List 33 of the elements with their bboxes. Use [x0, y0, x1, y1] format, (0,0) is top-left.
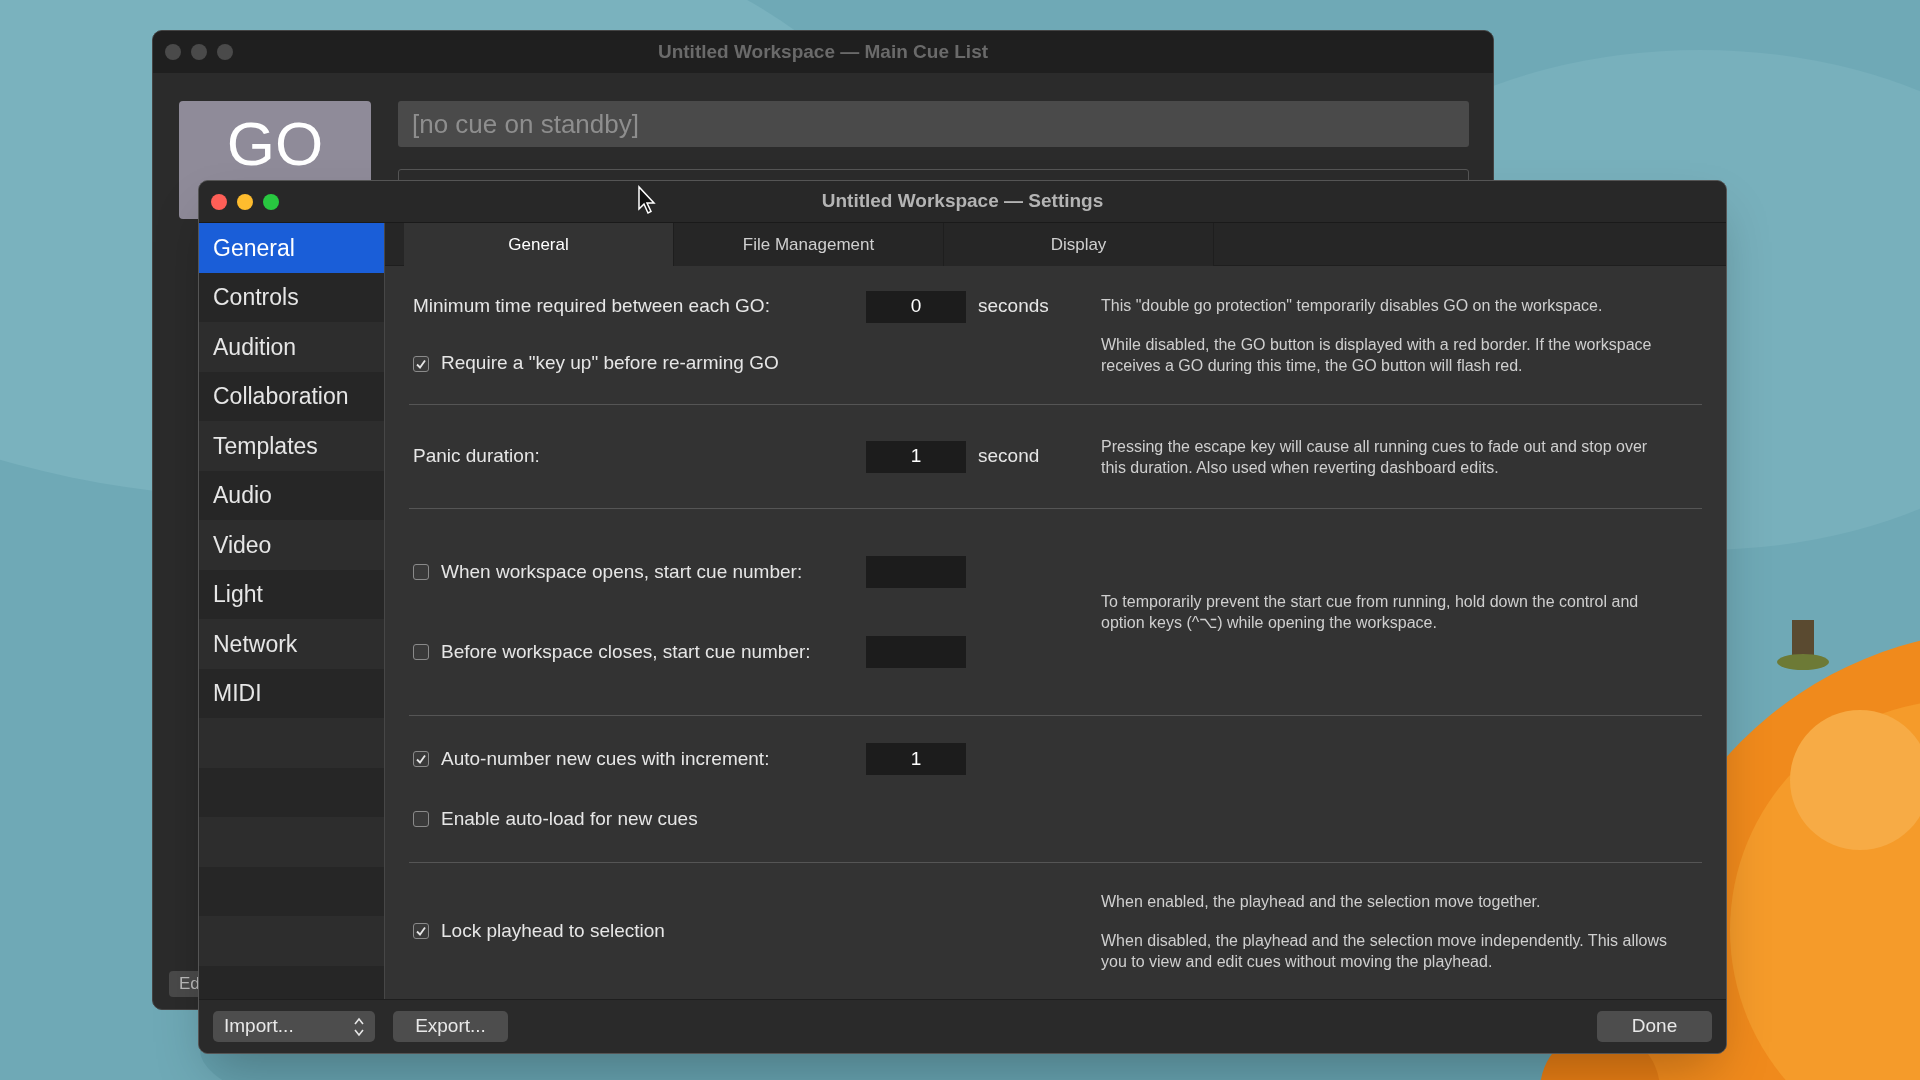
setting-label: Panic duration:	[413, 444, 541, 469]
sidebar-item[interactable]: Network	[199, 619, 384, 669]
window-title: Untitled Workspace — Main Cue List	[657, 39, 989, 64]
unit-label: second	[978, 444, 1040, 469]
note-text: When enabled, the playhead and the selection move together.	[1101, 891, 1542, 912]
export-button[interactable]: Export...	[393, 1011, 508, 1042]
note-text: While disabled, the GO button is displayed with a red border. If the workspace receives a GO during this time, the GO button will flash red.	[1101, 334, 1653, 376]
input-field[interactable]: 1	[866, 743, 966, 776]
sidebar-item[interactable]: Video	[199, 520, 384, 570]
checkbox-label: When workspace opens, start cue number:	[441, 559, 804, 584]
checkbox-label: Require a "key up" before re-arming GO	[441, 351, 780, 376]
tab[interactable]: File Management	[674, 223, 944, 266]
sidebar-item[interactable]: Audition	[199, 322, 384, 372]
note-text: This "double go protection" temporarily disables GO on the workspace.	[1101, 295, 1604, 316]
standby-field: [no cue on standby]	[398, 101, 1469, 147]
window-title: Untitled Workspace — Settings	[821, 189, 1104, 214]
checkbox-label: Lock playhead to selection	[441, 918, 666, 943]
checkbox-label: Auto-number new cues with increment:	[441, 746, 771, 771]
setting-label: Minimum time required between each GO:	[413, 294, 771, 319]
note-text: Pressing the escape key will cause all running cues to fade out and stop over this duration. Also used when reverting dashboard edits.	[1101, 436, 1649, 478]
tab[interactable]: General	[404, 223, 674, 266]
input-field[interactable]: 1	[866, 440, 966, 473]
tab[interactable]: Display	[944, 223, 1214, 266]
note-text: When disabled, the playhead and the selection move independently. This allows you to view and edit cues without moving the playhead.	[1101, 930, 1668, 972]
sidebar-item[interactable]: Templates	[199, 421, 384, 471]
import-popup-button[interactable]: Import...	[213, 1011, 375, 1042]
sidebar-item[interactable]: General	[199, 223, 384, 273]
note-text: To temporarily prevent the start cue from running, hold down the control and option keys (^⌥) while opening the workspace.	[1101, 592, 1640, 633]
checkbox-label: Before workspace closes, start cue number:	[441, 639, 812, 664]
done-button[interactable]: Done	[1597, 1011, 1712, 1042]
checkbox-label: Enable auto-load for new cues	[441, 806, 699, 831]
unit-label: seconds	[978, 294, 1049, 319]
input-field[interactable]: 0	[866, 290, 966, 323]
